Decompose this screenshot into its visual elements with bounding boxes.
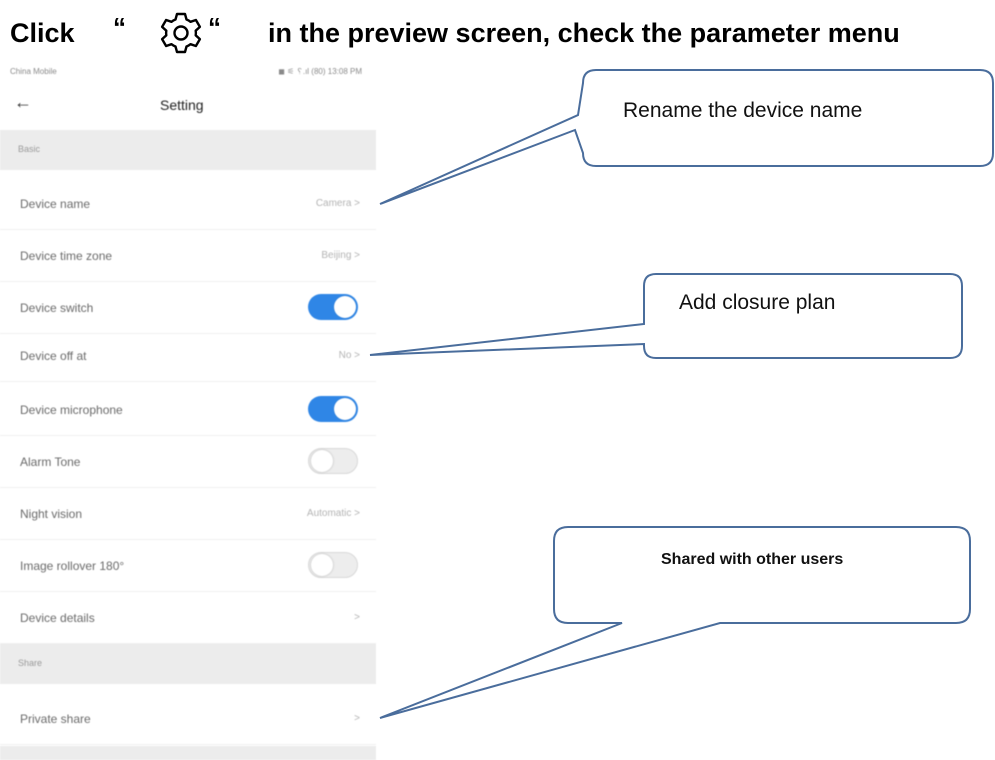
callout-closure-text: Add closure plan bbox=[679, 291, 836, 314]
callout-rename-text: Rename the device name bbox=[623, 99, 863, 122]
callout-bubble-rename bbox=[379, 69, 994, 205]
callout-bubble-closure bbox=[369, 273, 963, 359]
callout-shared-text: Shared with other users bbox=[661, 551, 844, 568]
